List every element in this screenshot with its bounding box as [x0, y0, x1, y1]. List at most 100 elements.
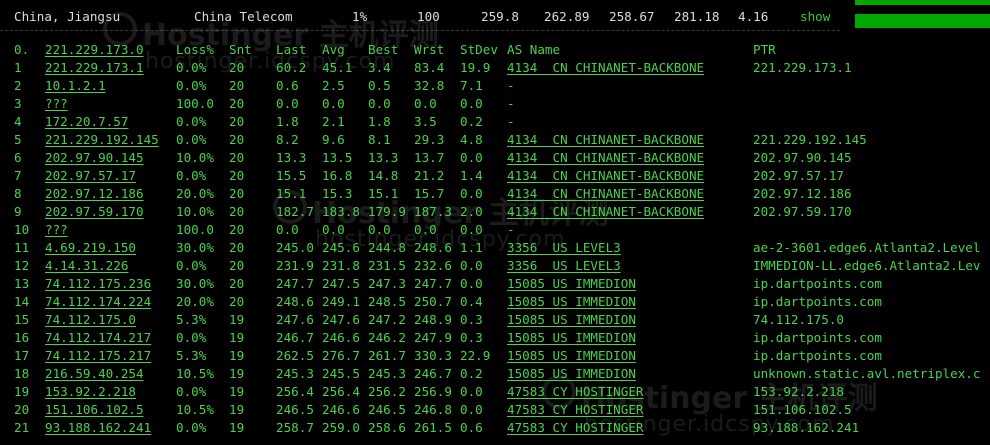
cell-best: 261.7	[368, 348, 406, 363]
table-row: 2 10.1.2.1 0.0% 20 0.6 2.5 0.5 32.8 7.1 -	[0, 77, 990, 95]
cell-idx: 8	[14, 186, 22, 201]
cell-snt: 20	[229, 204, 245, 219]
cell-idx: 15	[14, 312, 30, 327]
cell-host[interactable]: 202.97.57.17	[45, 167, 136, 185]
cell-avg: 2.5	[322, 78, 345, 93]
cell-as[interactable]: 47583 CY HOSTINGER	[507, 419, 643, 437]
cell-as[interactable]: 3356 US LEVEL3	[507, 257, 621, 275]
table-body: 1 221.229.173.1 0.0% 20 60.2 45.1 3.4 83.4 19.9 4…	[0, 59, 990, 437]
cell-wrst: 3.5	[414, 114, 437, 129]
cell-host[interactable]: 151.106.102.5	[45, 401, 144, 419]
cell-loss: 0.0%	[176, 132, 207, 147]
cell-host[interactable]: 221.229.173.1	[45, 59, 144, 77]
header-host[interactable]: 221.229.173.0	[45, 41, 144, 59]
cell-host[interactable]: 74.112.174.224	[45, 293, 151, 311]
cell-idx: 3	[14, 96, 22, 111]
cell-best: 15.1	[368, 186, 399, 201]
cell-idx: 9	[14, 204, 22, 219]
cell-stdev: 0.0	[460, 222, 483, 237]
cell-snt: 20	[229, 60, 245, 75]
cell-as[interactable]: 15085 US IMMEDION	[507, 275, 636, 293]
cell-snt: 19	[229, 330, 245, 345]
cell-stdev: 7.1	[460, 78, 483, 93]
cell-snt: 20	[229, 78, 245, 93]
cell-idx: 11	[14, 240, 30, 255]
cell-best: 8.1	[368, 132, 391, 147]
cell-idx: 19	[14, 384, 30, 399]
cell-as[interactable]: 4134 CN CHINANET-BACKBONE	[507, 167, 704, 185]
cell-stdev: 0.0	[460, 258, 483, 273]
cell-host[interactable]: 74.112.175.0	[45, 311, 136, 329]
cell-as[interactable]: 3356 US LEVEL3	[507, 239, 621, 257]
cell-last: 15.5	[276, 168, 307, 183]
cell-snt: 19	[229, 366, 245, 381]
cell-as[interactable]: 15085 US IMMEDION	[507, 347, 636, 365]
cell-best: 258.6	[368, 420, 406, 435]
cell-host[interactable]: 4.69.219.150	[45, 239, 136, 257]
cell-host[interactable]: 202.97.12.186	[45, 185, 144, 203]
cell-best: 246.2	[368, 330, 406, 345]
cell-snt: 19	[229, 402, 245, 417]
cell-host[interactable]: 202.97.90.145	[45, 149, 144, 167]
cell-host[interactable]: 93.188.162.241	[45, 419, 151, 437]
cell-avg: 2.1	[322, 114, 345, 129]
cell-host[interactable]: 10.1.2.1	[45, 77, 106, 95]
cell-last: 258.7	[276, 420, 314, 435]
summary-last: 259.8	[481, 9, 519, 24]
table-row: 6 202.97.90.145 10.0% 20 13.3 13.5 13.3 13.7 0.0…	[0, 149, 990, 167]
cell-as[interactable]: 4134 CN CHINANET-BACKBONE	[507, 131, 704, 149]
cell-loss: 100.0	[176, 96, 214, 111]
cell-wrst: 247.7	[414, 276, 452, 291]
cell-best: 14.8	[368, 168, 399, 183]
cell-wrst: 261.5	[414, 420, 452, 435]
cell-snt: 19	[229, 312, 245, 327]
cell-host[interactable]: 4.14.31.226	[45, 257, 128, 275]
cell-host[interactable]: 74.112.175.236	[45, 275, 151, 293]
show-link[interactable]: show	[800, 9, 830, 24]
header-loss: Loss%	[176, 42, 214, 57]
cell-idx: 10	[14, 222, 30, 237]
cell-as[interactable]: 4134 CN CHINANET-BACKBONE	[507, 185, 704, 203]
cell-as[interactable]: 4134 CN CHINANET-BACKBONE	[507, 149, 704, 167]
cell-host[interactable]: 221.229.192.145	[45, 131, 159, 149]
cell-as[interactable]: 15085 US IMMEDION	[507, 329, 636, 347]
cell-as[interactable]: 15085 US IMMEDION	[507, 365, 636, 383]
cell-wrst: 248.6	[414, 240, 452, 255]
cell-host[interactable]: 202.97.59.170	[45, 203, 144, 221]
cell-as[interactable]: 15085 US IMMEDION	[507, 311, 636, 329]
cell-wrst: 247.9	[414, 330, 452, 345]
cell-wrst: 248.9	[414, 312, 452, 327]
cell-as[interactable]: 47583 CY HOSTINGER	[507, 401, 643, 419]
cell-last: 262.5	[276, 348, 314, 363]
cell-stdev: 0.2	[460, 114, 483, 129]
table-row: 12 4.14.31.226 0.0% 20 231.9 231.8 231.5 232.6 0…	[0, 257, 990, 275]
cell-as[interactable]: 4134 CN CHINANET-BACKBONE	[507, 203, 704, 221]
cell-stdev: 0.6	[460, 420, 483, 435]
cell-ptr: ip.dartpoints.com	[753, 294, 882, 309]
cell-host[interactable]: ???	[45, 221, 68, 239]
cell-host[interactable]: 74.112.175.217	[45, 347, 151, 365]
cell-wrst: 250.7	[414, 294, 452, 309]
header-avg: Avg	[322, 42, 345, 57]
cell-host[interactable]: 216.59.40.254	[45, 365, 144, 383]
cell-stdev: 0.3	[460, 330, 483, 345]
cell-loss: 20.0%	[176, 294, 214, 309]
cell-host[interactable]: 172.20.7.57	[45, 113, 128, 131]
cell-last: 247.6	[276, 312, 314, 327]
cell-avg: 246.6	[322, 330, 360, 345]
cell-snt: 20	[229, 168, 245, 183]
cell-host[interactable]: 153.92.2.218	[45, 383, 136, 401]
cell-as[interactable]: 15085 US IMMEDION	[507, 293, 636, 311]
summary-loss: 1%	[352, 9, 368, 24]
cell-avg: 259.0	[322, 420, 360, 435]
cell-host[interactable]: ???	[45, 95, 68, 113]
cell-wrst: 0.0	[414, 96, 437, 111]
cell-as[interactable]: 4134 CN CHINANET-BACKBONE	[507, 59, 704, 77]
cell-avg: 245.5	[322, 366, 360, 381]
cell-as[interactable]: 47583 CY HOSTINGER	[507, 383, 643, 401]
cell-last: 247.7	[276, 276, 314, 291]
cell-last: 13.3	[276, 150, 307, 165]
cell-best: 247.2	[368, 312, 406, 327]
cell-host[interactable]: 74.112.174.217	[45, 329, 151, 347]
cell-avg: 245.6	[322, 240, 360, 255]
